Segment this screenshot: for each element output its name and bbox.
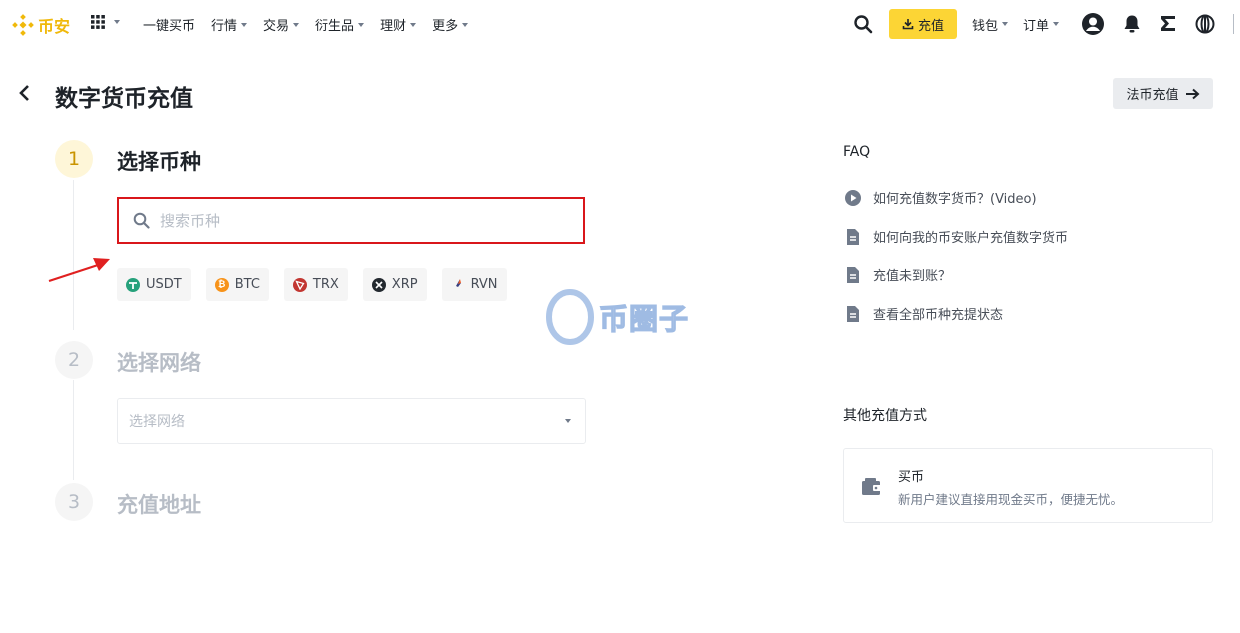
coin-search-box[interactable] — [117, 197, 585, 244]
watermark: 币圈子 — [543, 288, 689, 346]
coin-search-input[interactable] — [160, 211, 560, 230]
watermark-logo — [546, 289, 594, 345]
back-button[interactable] — [18, 84, 32, 106]
wallet-menu[interactable]: 钱包 — [972, 15, 1008, 34]
binance-logo[interactable]: 币安 — [12, 13, 70, 37]
step-2-number: 2 — [55, 341, 93, 379]
coin-chip-btc[interactable]: ₿ BTC — [205, 268, 269, 301]
nav-link-earn[interactable]: 理财 — [380, 15, 417, 34]
tether-icon — [126, 277, 140, 292]
faq-item[interactable]: 充值未到账？ — [845, 265, 951, 284]
faq-item[interactable]: 如何向我的币安账户充值数字货币 — [845, 227, 1068, 246]
deposit-button[interactable]: 充值 — [888, 9, 957, 39]
network-select[interactable]: 选择网络 — [117, 398, 586, 444]
page-title: 数字货币充值 — [55, 86, 193, 112]
apps-menu[interactable] — [90, 14, 120, 30]
xrp-icon — [371, 277, 386, 292]
step-3-number: 3 — [55, 483, 93, 521]
buy-crypto-card-title: 买币 — [898, 470, 925, 485]
nav-link-markets[interactable]: 行情 — [211, 15, 248, 34]
chevron-down-icon — [462, 22, 469, 27]
nav-link-derivatives[interactable]: 衍生品 — [315, 15, 365, 34]
coin-chip-xrp[interactable]: XRP — [362, 268, 427, 301]
nav-link-buy-crypto[interactable]: 一键买币 — [143, 15, 195, 34]
chevron-down-icon — [1001, 22, 1008, 26]
faq-title: FAQ — [843, 144, 871, 160]
fiat-deposit-label: 法币充值 — [1126, 88, 1179, 103]
bell-icon[interactable] — [1123, 14, 1141, 34]
buy-crypto-card[interactable]: 买币 新用户建议直接用现金买币，便捷无忧。 — [843, 448, 1213, 523]
step-1-title: 选择币种 — [117, 150, 201, 174]
ravencoin-icon — [451, 278, 465, 292]
popular-coins: USDT ₿ BTC TRX XRP RVN — [117, 268, 507, 301]
grid-icon — [91, 15, 105, 29]
faq-item[interactable]: 如何充值数字货币？(Video) — [845, 188, 1037, 207]
faq-item[interactable]: 查看全部币种充提状态 — [845, 304, 1003, 323]
step-1-number: 1 — [55, 140, 93, 178]
step-connector — [73, 380, 74, 480]
other-methods-title: 其他充值方式 — [843, 408, 927, 424]
chevron-down-icon — [293, 22, 300, 27]
search-icon — [133, 212, 150, 229]
tron-icon — [292, 277, 307, 292]
chevron-down-icon — [565, 419, 571, 423]
network-select-placeholder: 选择网络 — [129, 414, 185, 430]
nav-right: 充值 钱包 订单 — [853, 8, 1240, 40]
coin-chip-rvn[interactable]: RVN — [441, 268, 507, 301]
chevron-down-icon — [114, 20, 120, 24]
globe-icon[interactable] — [1195, 14, 1215, 34]
download-app-icon[interactable] — [1159, 14, 1177, 34]
orders-menu[interactable]: 订单 — [1023, 15, 1059, 34]
deposit-button-label: 充值 — [917, 18, 944, 34]
fiat-deposit-button[interactable]: 法币充值 — [1113, 78, 1213, 109]
bitcoin-icon: ₿ — [214, 277, 229, 292]
annotation-arrow — [48, 258, 110, 283]
nav-links: 一键买币 行情 交易 衍生品 理财 更多 — [143, 15, 469, 34]
download-icon — [902, 19, 914, 30]
nav-link-trade[interactable]: 交易 — [263, 15, 300, 34]
step-3-title: 充值地址 — [117, 493, 201, 517]
play-icon — [845, 189, 861, 206]
wallet-icon — [862, 478, 881, 495]
chevron-down-icon — [241, 22, 248, 27]
arrow-right-icon — [1185, 88, 1199, 99]
chevron-down-icon — [358, 22, 365, 27]
step-2-title: 选择网络 — [117, 351, 201, 375]
binance-logo-icon — [12, 14, 34, 36]
chevron-down-icon — [1053, 22, 1059, 26]
chevron-down-icon — [410, 22, 417, 27]
logo-text: 币安 — [38, 17, 71, 36]
document-icon — [847, 266, 859, 283]
top-navbar: 币安 一键买币 行情 交易 衍生品 理财 更多 充值 钱包 订单 — [0, 0, 1240, 48]
buy-crypto-card-desc: 新用户建议直接用现金买币，便捷无忧。 — [898, 492, 1124, 507]
search-icon[interactable] — [853, 14, 873, 34]
document-icon — [847, 305, 859, 322]
divider — [1233, 14, 1234, 34]
watermark-text: 币圈子 — [598, 301, 690, 336]
document-icon — [847, 228, 859, 245]
nav-link-more[interactable]: 更多 — [432, 15, 469, 34]
chevron-left-icon — [19, 85, 29, 101]
coin-chip-usdt[interactable]: USDT — [117, 268, 191, 301]
coin-chip-trx[interactable]: TRX — [283, 268, 348, 301]
user-avatar-icon[interactable] — [1081, 12, 1105, 36]
